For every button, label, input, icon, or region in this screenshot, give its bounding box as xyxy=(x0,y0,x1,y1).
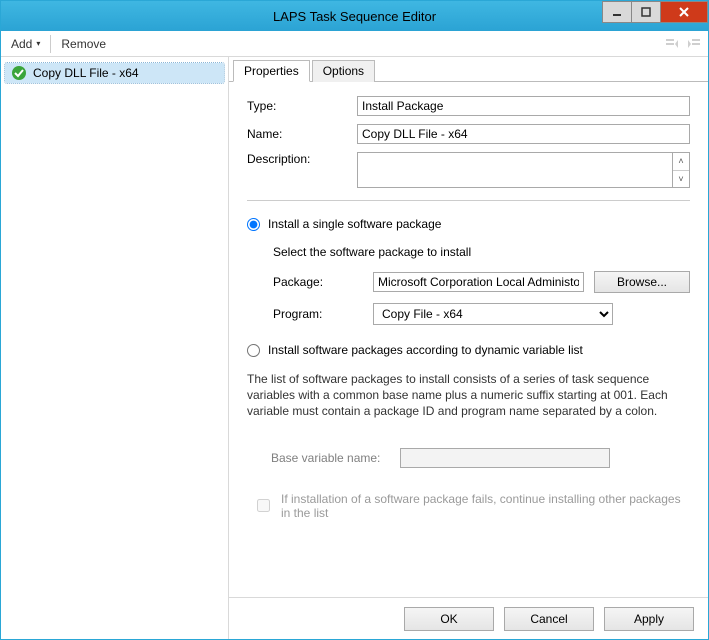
package-field[interactable] xyxy=(373,272,584,292)
install-single-radio[interactable] xyxy=(247,218,260,231)
title-bar: LAPS Task Sequence Editor xyxy=(1,1,708,31)
description-field[interactable] xyxy=(357,152,672,188)
tree-item[interactable]: Copy DLL File - x64 xyxy=(5,63,224,83)
single-prompt: Select the software package to install xyxy=(273,245,690,259)
ok-button[interactable]: OK xyxy=(404,607,494,631)
install-dynamic-radio[interactable] xyxy=(247,344,260,357)
dynamic-info-text: The list of software packages to install… xyxy=(247,371,690,420)
name-field[interactable] xyxy=(357,124,690,144)
outdent-icon[interactable] xyxy=(664,36,680,52)
install-dynamic-radio-row[interactable]: Install software packages according to d… xyxy=(247,343,690,357)
continue-on-fail-checkbox xyxy=(257,499,270,512)
tab-options[interactable]: Options xyxy=(312,60,375,82)
caret-down-icon: ▾ xyxy=(36,39,40,48)
window-controls xyxy=(603,1,708,23)
remove-label: Remove xyxy=(61,37,106,51)
tab-properties[interactable]: Properties xyxy=(233,60,310,82)
add-label: Add xyxy=(11,37,32,51)
program-select[interactable]: Copy File - x64 xyxy=(373,303,613,325)
install-single-radio-row[interactable]: Install a single software package xyxy=(247,217,690,231)
close-button[interactable] xyxy=(660,1,708,23)
single-package-block: Select the software package to install P… xyxy=(273,245,690,325)
package-success-icon xyxy=(11,65,27,81)
remove-button[interactable]: Remove xyxy=(57,35,110,53)
description-spinner[interactable]: ˄ ˅ xyxy=(672,152,690,188)
continue-on-fail-label: If installation of a software package fa… xyxy=(281,492,690,520)
chevron-down-icon[interactable]: ˅ xyxy=(673,171,689,188)
apply-button[interactable]: Apply xyxy=(604,607,694,631)
details-pane: Properties Options Type: Name: Descripti… xyxy=(229,57,708,639)
base-var-field xyxy=(400,448,610,468)
name-label: Name: xyxy=(247,127,357,141)
type-field xyxy=(357,96,690,116)
indent-icon[interactable] xyxy=(686,36,702,52)
dialog-footer: OK Cancel Apply xyxy=(229,597,708,639)
tree-item-label: Copy DLL File - x64 xyxy=(33,66,139,80)
install-single-label: Install a single software package xyxy=(268,217,441,231)
separator-line xyxy=(247,200,690,201)
step-tree[interactable]: Copy DLL File - x64 xyxy=(1,57,229,639)
maximize-icon xyxy=(641,7,651,17)
browse-button[interactable]: Browse... xyxy=(594,271,690,293)
install-dynamic-label: Install software packages according to d… xyxy=(268,343,583,357)
maximize-button[interactable] xyxy=(631,1,661,23)
toolbar-separator xyxy=(50,35,51,53)
cancel-button[interactable]: Cancel xyxy=(504,607,594,631)
tab-bar: Properties Options xyxy=(229,59,708,82)
toolbar: Add ▾ Remove xyxy=(1,31,708,57)
add-menu-button[interactable]: Add ▾ xyxy=(7,35,44,53)
program-label: Program: xyxy=(273,307,363,321)
window-title: LAPS Task Sequence Editor xyxy=(273,9,436,24)
base-var-label: Base variable name: xyxy=(271,451,380,465)
chevron-up-icon[interactable]: ˄ xyxy=(673,153,689,171)
description-label: Description: xyxy=(247,152,357,166)
close-icon xyxy=(678,6,690,18)
properties-tab-body: Type: Name: Description: ˄ ˅ xyxy=(229,82,708,597)
main-split: Copy DLL File - x64 Properties Options T… xyxy=(1,57,708,639)
editor-window: LAPS Task Sequence Editor Add ▾ Remove xyxy=(0,0,709,640)
package-label: Package: xyxy=(273,275,363,289)
minimize-button[interactable] xyxy=(602,1,632,23)
type-label: Type: xyxy=(247,99,357,113)
minimize-icon xyxy=(612,7,622,17)
